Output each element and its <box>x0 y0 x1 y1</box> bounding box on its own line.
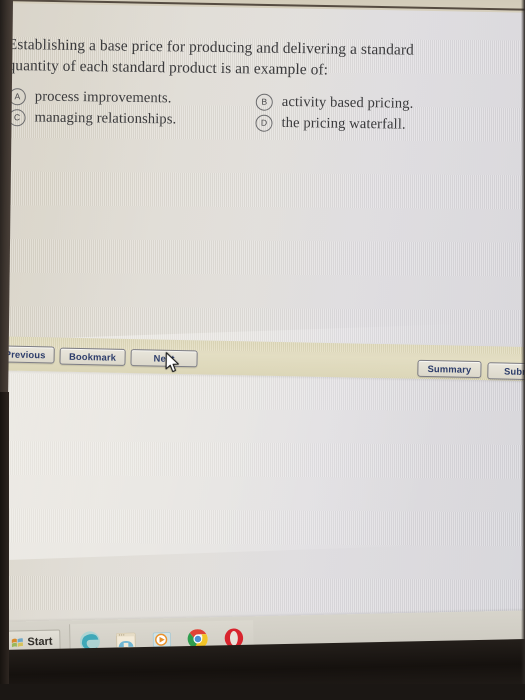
option-d[interactable]: D the pricing waterfall. <box>255 114 406 134</box>
monitor-bezel-bottom-edge <box>0 684 525 700</box>
option-d-label: the pricing waterfall. <box>281 114 406 133</box>
option-c[interactable]: C managing relationships. <box>8 109 176 128</box>
answer-options: A process improvements. C managing relat… <box>0 86 525 143</box>
windows-logo-icon <box>11 637 23 647</box>
start-button-label: Start <box>27 635 53 649</box>
summary-button[interactable]: Summary <box>417 359 482 379</box>
option-c-label: managing relationships. <box>34 109 177 128</box>
question-text: Establishing a base price for producing … <box>7 34 468 82</box>
submit-button[interactable]: Subm <box>487 361 525 380</box>
monitor-photo: Establishing a base price for producing … <box>0 0 525 700</box>
option-b[interactable]: B activity based pricing. <box>255 93 414 113</box>
option-a-label: process improvements. <box>34 88 172 107</box>
bookmark-button[interactable]: Bookmark <box>59 347 126 366</box>
monitor-bezel-right <box>521 0 525 700</box>
option-d-letter: D <box>255 114 273 132</box>
monitor-bezel-left-lower <box>0 392 9 700</box>
option-b-label: activity based pricing. <box>281 93 414 112</box>
option-a[interactable]: A process improvements. <box>8 88 172 107</box>
option-b-letter: B <box>255 93 273 111</box>
mouse-cursor-icon <box>165 352 179 373</box>
